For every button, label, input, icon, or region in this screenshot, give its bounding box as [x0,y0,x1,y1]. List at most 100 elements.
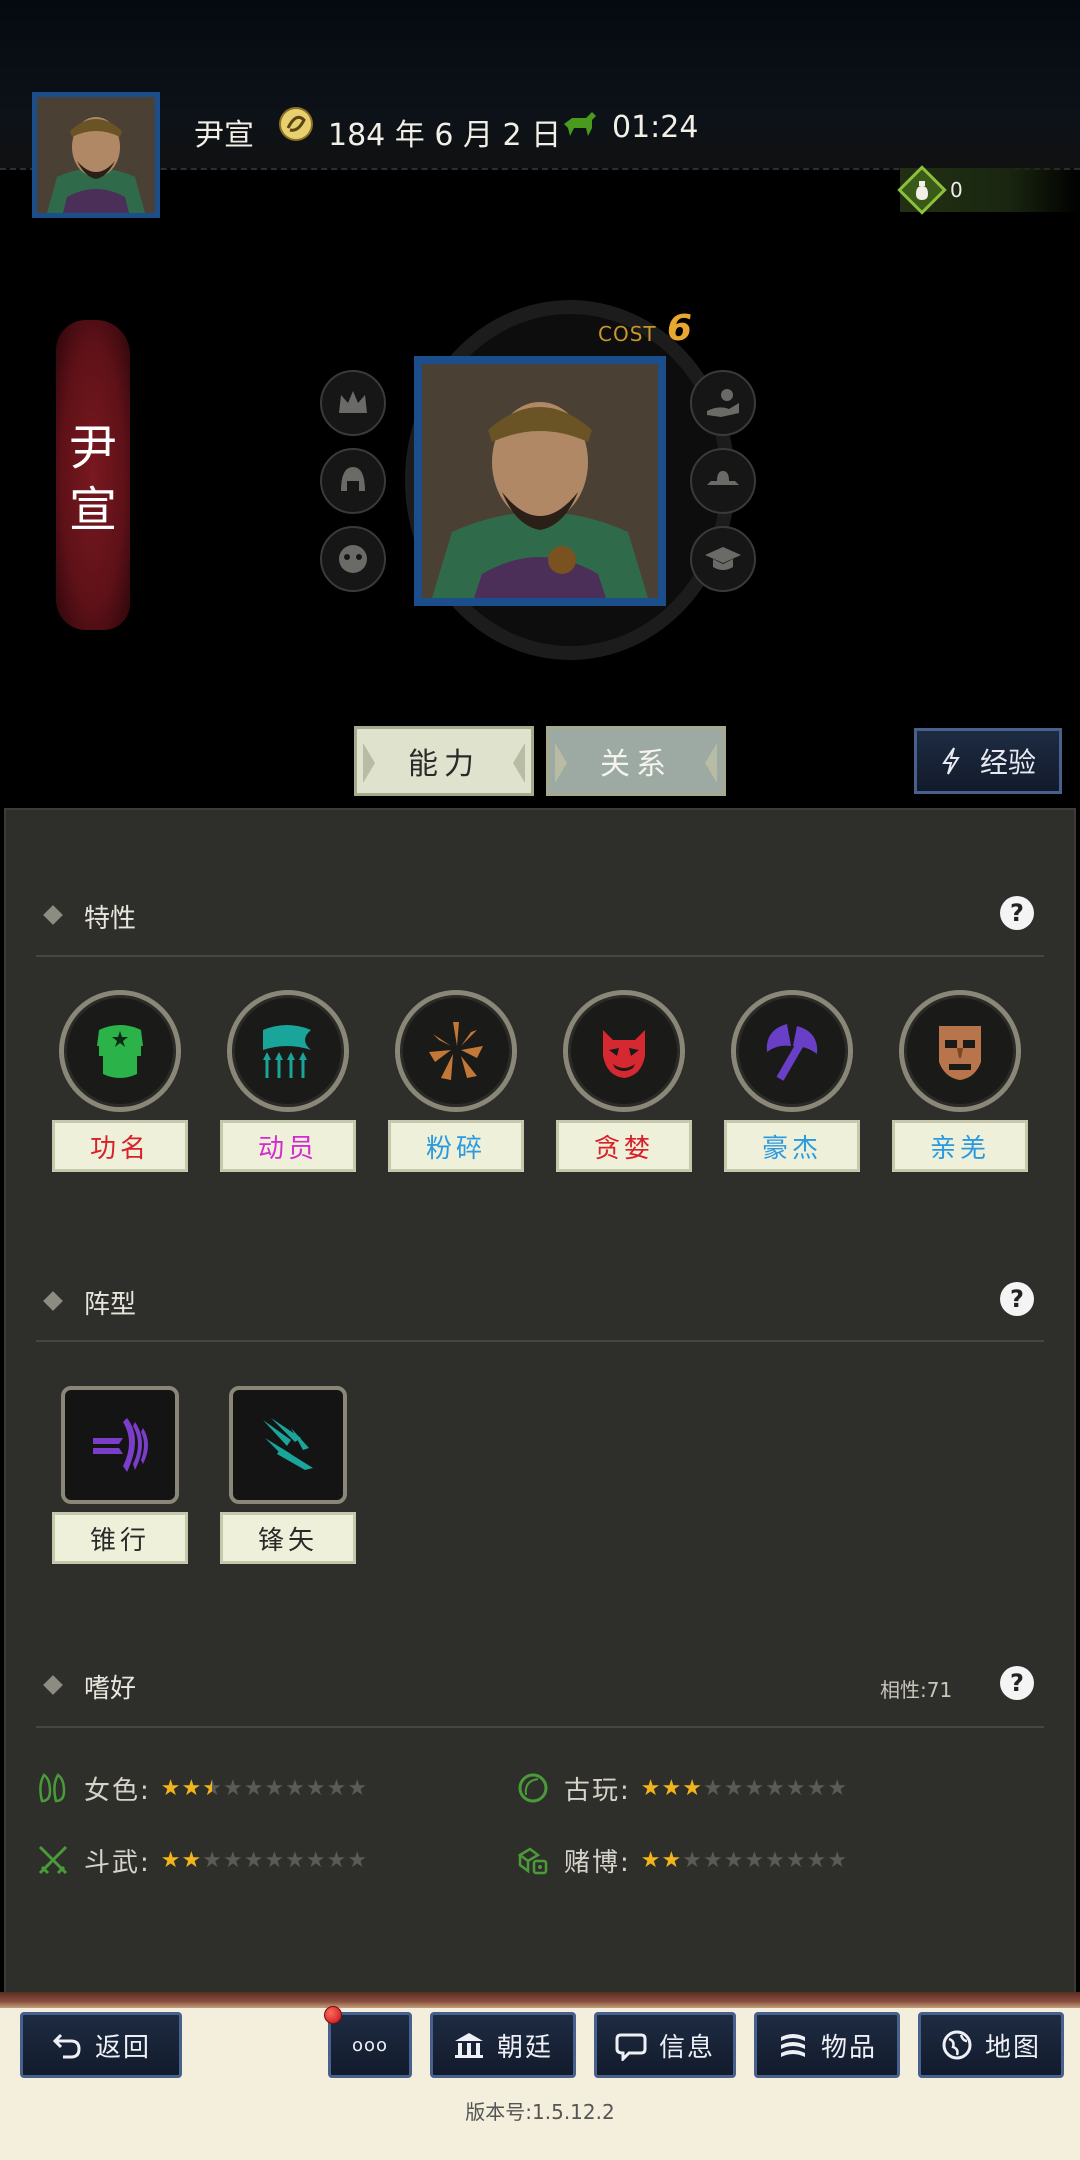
rating-star-icon: ★ [285,1847,305,1873]
court-button[interactable]: 朝廷 [430,2012,576,2078]
tribal-mask-icon [899,990,1021,1112]
more-button[interactable]: ooo [328,2012,412,2078]
hobby-item: 赌博: ★★★★★★★★★★ [516,1840,848,1880]
items-button[interactable]: 物品 [754,2012,900,2078]
rating-star-icon: ★ [765,1775,785,1801]
diamond-bullet-icon [43,1291,63,1311]
rating-star-icon: ★ [661,1775,682,1801]
trait-label: 亲羌 [892,1120,1028,1172]
trait-label: 豪杰 [724,1120,860,1172]
formations-title: 阵型 [84,1290,137,1320]
rating-star-icon: ★ [723,1775,744,1801]
banner-arrows-icon [227,990,349,1112]
dice-icon [517,1847,548,1875]
traits-help-icon[interactable]: ? [1000,896,1034,930]
rating-star-icon: ★ [243,1847,264,1873]
arrow-formation-icon [229,1386,347,1504]
resource-value: 0 [950,178,963,202]
shatter-icon [395,990,517,1112]
crown-icon[interactable] [320,370,386,436]
experience-label: 经验 [979,746,1036,779]
rating-star-icon: ★ [682,1775,702,1801]
hand-give-icon[interactable] [690,370,756,436]
hobbies-help-icon[interactable]: ? [1000,1666,1034,1700]
experience-button[interactable]: 经验 [914,728,1062,794]
info-button[interactable]: 信息 [594,2012,736,2078]
rating-star-icon: ★ [181,1847,202,1873]
hero-avatar[interactable] [32,92,160,218]
horse-icon [564,112,596,136]
trait-label: 贪婪 [556,1120,692,1172]
traits-title: 特性 [84,904,137,934]
trait-item[interactable]: 功名 [52,990,188,1172]
trait-label: 功名 [52,1120,188,1172]
hobby-label: 赌博: [564,1847,631,1878]
rating-star-icon: ★ [222,1847,243,1873]
mask-icon[interactable] [320,526,386,592]
trait-item[interactable]: 亲羌 [892,990,1028,1172]
hobby-stars: ★★★★★★★★★★ [161,1776,368,1801]
game-date: 184 年 6 月 2 日 [328,118,562,153]
rating-star-icon: ★ [785,1775,806,1801]
hobby-stars: ★★★★★★★★★★ [641,1848,848,1873]
trait-label: 粉碎 [388,1120,524,1172]
formation-label: 锥行 [52,1512,188,1564]
tab-relation[interactable]: 关系 [546,726,726,796]
hobby-label: 古玩: [564,1775,631,1806]
formation-item[interactable]: 锥行 [52,1386,188,1564]
back-button[interactable]: 返回 [20,2012,182,2078]
trait-item[interactable]: 贪婪 [556,990,692,1172]
name-char-1: 尹 [68,420,117,476]
hobby-item: 古玩: ★★★★★★★★★★ [516,1768,848,1808]
cost-value: 6 [667,308,693,349]
rating-star-icon: ★ [744,1775,765,1801]
jade-ring-icon [518,1773,548,1803]
chat-bubble-icon [615,2033,647,2061]
rating-star-icon: ★ [160,1847,181,1873]
version-text: 版本号:1.5.12.2 [465,2100,615,2124]
rating-star-icon: ★ [202,1847,222,1873]
rating-star-icon: ★ [765,1847,785,1873]
trait-item[interactable]: 豪杰 [724,990,860,1172]
traits-header: 特性 ? [36,896,1044,936]
hobbies-title: 嗜好 [84,1674,137,1704]
formations-help-icon[interactable]: ? [1000,1282,1034,1316]
tab-ability[interactable]: 能力 [354,726,534,796]
slippers-icon [39,1773,66,1803]
formations-header: 阵型 ? [36,1282,1044,1322]
divider [36,1726,1044,1728]
official-hat-icon[interactable] [690,448,756,514]
court-label: 朝廷 [496,2032,553,2063]
rating-star-icon: ★ [806,1775,827,1801]
map-button[interactable]: 地图 [918,2012,1064,2078]
rating-star-icon: ★ [305,1847,326,1873]
rating-star-icon: ★ [661,1847,682,1873]
rating-star-icon: ★ [744,1847,765,1873]
diamond-bullet-icon [43,905,63,925]
notification-dot [324,2006,342,2024]
rating-star-icon: ★ [702,1775,723,1801]
divider [36,955,1044,957]
trait-item[interactable]: 动员 [220,990,356,1172]
rating-star-icon: ★ [347,1775,368,1801]
items-icon [780,2034,805,2057]
graduation-cap-icon[interactable] [690,526,756,592]
rating-star-icon: ★ [347,1847,368,1873]
hobby-label: 斗武: [84,1847,151,1878]
rating-star-icon: ★ [160,1775,181,1801]
palace-icon [454,2033,483,2058]
rating-star-icon: ★ [285,1775,305,1801]
cost-label: COST [598,322,657,346]
formation-item[interactable]: 锋矢 [220,1386,356,1564]
helmet-icon[interactable] [320,448,386,514]
bottom-trim [0,1992,1080,2008]
trait-item[interactable]: 粉碎 [388,990,524,1172]
back-label: 返回 [94,2032,151,2063]
rating-star-icon: ★ [202,1775,222,1801]
rating-star-icon: ★ [827,1775,848,1801]
formation-label: 锋矢 [220,1512,356,1564]
money-bag-icon[interactable] [896,164,948,216]
rating-star-icon: ★ [305,1775,326,1801]
crossed-swords-icon [38,1845,68,1875]
divider [36,1340,1044,1342]
